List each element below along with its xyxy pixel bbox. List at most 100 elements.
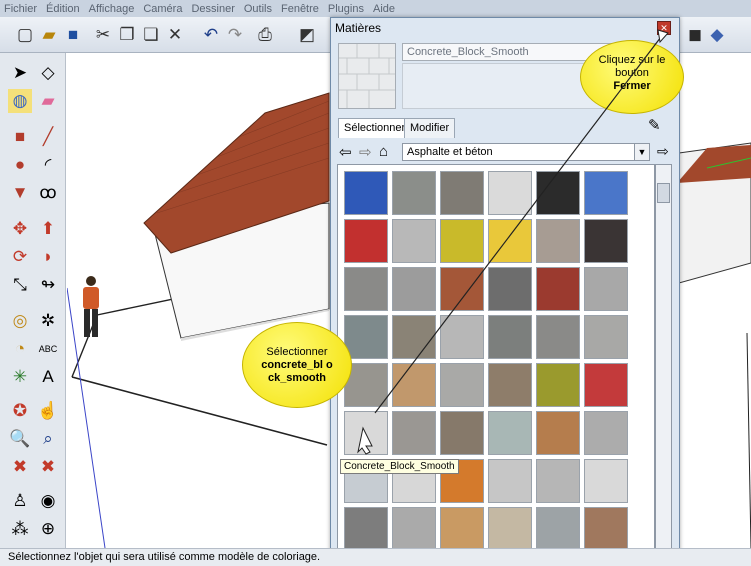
menu-plugins[interactable]: Plugins [328, 3, 364, 15]
offset-icon[interactable]: ↬ [36, 273, 60, 297]
tape-measure-icon[interactable]: ◎ [8, 309, 32, 333]
open-folder-icon[interactable]: ▰ [38, 24, 60, 46]
freehand-icon[interactable]: ꝏ [36, 181, 60, 205]
material-swatch[interactable] [440, 267, 484, 311]
material-swatch[interactable] [392, 363, 436, 407]
material-swatch[interactable] [440, 363, 484, 407]
material-swatch[interactable] [584, 411, 628, 455]
sample-paint-icon[interactable]: ✎ [648, 116, 661, 134]
new-file-icon[interactable]: ▢ [14, 24, 36, 46]
material-swatch[interactable] [584, 459, 628, 503]
material-swatch[interactable] [584, 507, 628, 551]
material-swatch[interactable] [344, 411, 388, 455]
cut-icon[interactable]: ✂ [92, 24, 114, 46]
material-swatch[interactable] [344, 507, 388, 551]
polygon-icon[interactable]: ▼ [8, 181, 32, 205]
push-pull-icon[interactable]: ⬆ [36, 217, 60, 241]
material-swatch[interactable] [584, 267, 628, 311]
zoom-icon[interactable]: 🔍 [8, 427, 32, 451]
follow-me-icon[interactable]: ◗ [36, 245, 60, 269]
view-box-icon[interactable]: ◼ [684, 24, 706, 46]
protractor-icon[interactable]: ◔ [8, 337, 32, 361]
tab-edit[interactable]: Modifier [404, 118, 456, 138]
move-icon[interactable]: ✥ [8, 217, 32, 241]
rectangle-icon[interactable]: ■ [8, 125, 32, 149]
rotate-icon[interactable]: ⟳ [8, 245, 32, 269]
material-swatch[interactable] [440, 219, 484, 263]
material-swatch[interactable] [392, 507, 436, 551]
section-plane-icon[interactable]: ⊕ [36, 517, 60, 541]
tab-select[interactable]: Sélectionner [338, 118, 412, 138]
menu-fichier[interactable]: Fichier [4, 3, 37, 15]
select-arrow-icon[interactable]: ➤ [8, 61, 32, 85]
material-swatch[interactable] [536, 507, 580, 551]
scrollbar-thumb[interactable] [657, 183, 670, 203]
look-around-icon[interactable]: ◉ [36, 489, 60, 513]
material-swatch[interactable] [488, 411, 532, 455]
material-swatch[interactable] [536, 411, 580, 455]
paste-icon[interactable]: ❏ [140, 24, 162, 46]
material-swatch[interactable] [584, 315, 628, 359]
material-swatch[interactable] [536, 267, 580, 311]
eraser-icon[interactable]: ▰ [36, 89, 60, 113]
position-camera-icon[interactable]: ♙ [8, 489, 32, 513]
material-swatch[interactable] [440, 171, 484, 215]
material-swatch[interactable] [536, 459, 580, 503]
material-swatch[interactable] [440, 411, 484, 455]
view-cube-icon[interactable]: ◆ [706, 24, 728, 46]
material-swatch[interactable] [392, 267, 436, 311]
chevron-down-icon[interactable]: ▼ [634, 144, 649, 160]
line-icon[interactable]: ╱ [36, 125, 60, 149]
menu-outils[interactable]: Outils [244, 3, 272, 15]
collection-select[interactable]: Asphalte et béton ▼ [402, 143, 650, 161]
details-arrow-icon[interactable]: ⇨ [657, 143, 669, 160]
material-swatch[interactable] [440, 507, 484, 551]
previous-view-icon[interactable]: ✖ [36, 455, 60, 479]
vertical-scrollbar[interactable] [655, 164, 672, 566]
material-swatch[interactable] [488, 171, 532, 215]
component-icon[interactable]: ◇ [36, 61, 60, 85]
print-icon[interactable]: ⎙ [254, 24, 276, 46]
orbit-icon[interactable]: ✪ [8, 399, 32, 423]
menu-dessiner[interactable]: Dessiner [191, 3, 234, 15]
pan-hand-icon[interactable]: ☝ [36, 399, 60, 423]
material-swatch[interactable] [488, 219, 532, 263]
menu-edition[interactable]: Édition [46, 3, 80, 15]
material-swatch[interactable] [536, 171, 580, 215]
paint-bucket-icon[interactable]: ◍ [8, 89, 32, 113]
undo-icon[interactable]: ↶ [200, 24, 222, 46]
material-swatch[interactable] [584, 171, 628, 215]
material-swatch[interactable] [488, 507, 532, 551]
material-swatch[interactable] [584, 363, 628, 407]
arc-icon[interactable]: ◜ [36, 153, 60, 177]
forward-arrow-icon[interactable]: ⇨ [359, 143, 372, 161]
material-swatch[interactable] [392, 219, 436, 263]
material-swatch[interactable] [392, 171, 436, 215]
save-icon[interactable]: ■ [62, 24, 84, 46]
menu-camera[interactable]: Caméra [143, 3, 182, 15]
zoom-window-icon[interactable]: ⌕ [36, 427, 60, 451]
menu-fenetre[interactable]: Fenêtre [281, 3, 319, 15]
walk-icon[interactable]: ⁂ [8, 517, 32, 541]
scale-icon[interactable]: ⤡ [8, 273, 32, 297]
dimension-icon[interactable]: ✲ [36, 309, 60, 333]
text-label-icon[interactable]: ABC [36, 337, 60, 361]
material-swatch[interactable] [536, 315, 580, 359]
home-icon[interactable]: ⌂ [379, 143, 388, 160]
material-swatch[interactable] [344, 219, 388, 263]
material-swatch[interactable] [488, 363, 532, 407]
model-info-icon[interactable]: ◩ [296, 24, 318, 46]
circle-icon[interactable]: ● [8, 153, 32, 177]
material-swatch[interactable] [440, 315, 484, 359]
axes-icon[interactable]: ✳ [8, 365, 32, 389]
close-button[interactable]: ✕ [657, 21, 671, 35]
menu-aide[interactable]: Aide [373, 3, 395, 15]
copy-icon[interactable]: ❐ [116, 24, 138, 46]
material-swatch[interactable] [344, 267, 388, 311]
zoom-extents-icon[interactable]: ✖ [8, 455, 32, 479]
material-swatch[interactable] [584, 219, 628, 263]
material-swatch[interactable] [488, 459, 532, 503]
material-swatch[interactable] [536, 363, 580, 407]
delete-icon[interactable]: ✕ [164, 24, 186, 46]
3d-text-icon[interactable]: A [36, 365, 60, 389]
